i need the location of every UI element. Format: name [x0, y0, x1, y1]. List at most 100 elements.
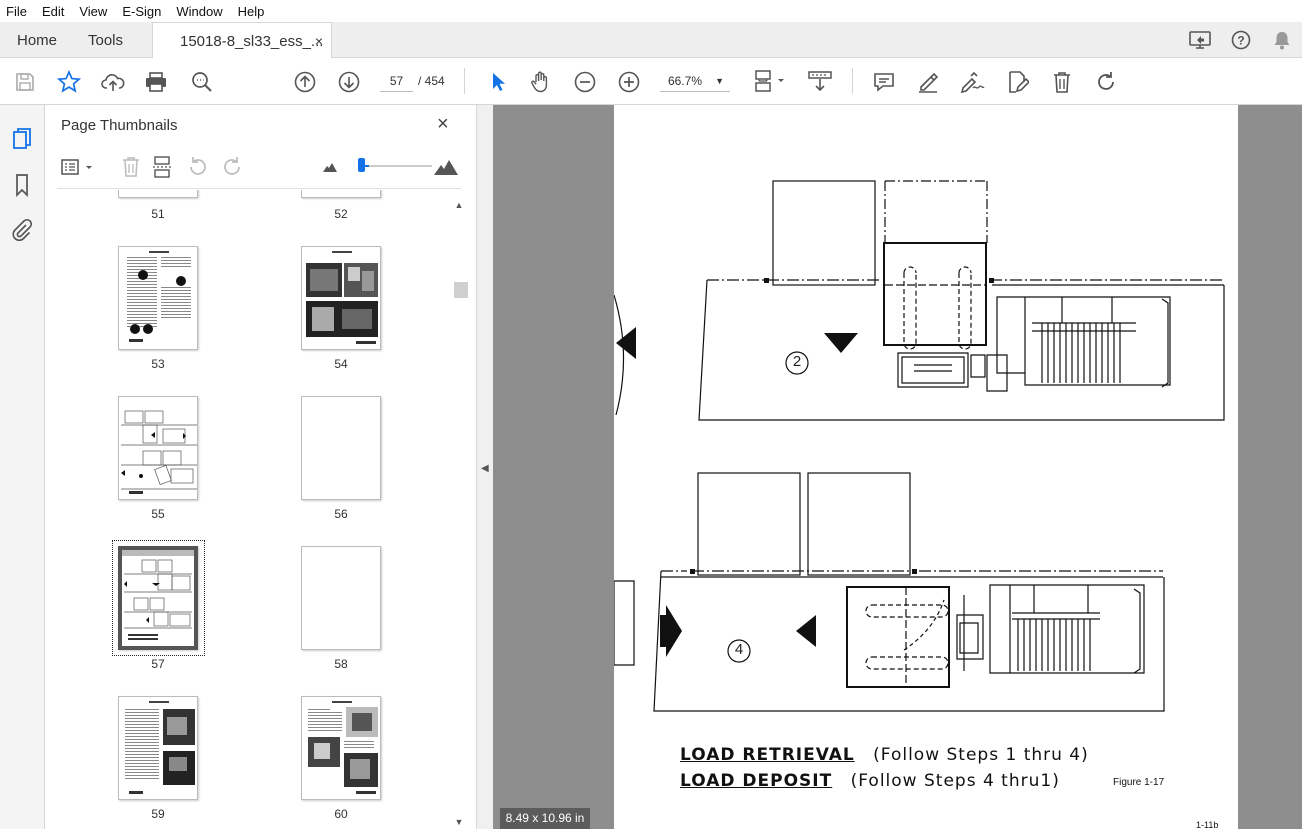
panel-close-icon[interactable]: ×: [437, 113, 449, 136]
left-navigation-rail: [0, 105, 45, 829]
thumbnail-label: 54: [334, 357, 348, 371]
tab-document-title: 15018-8_sl33_ess_...: [180, 32, 324, 50]
scrollbar-thumb[interactable]: [454, 282, 468, 298]
edit-document-icon[interactable]: [1003, 68, 1031, 96]
delete-trash-icon[interactable]: [1048, 68, 1076, 96]
panel-title: Page Thumbnails: [61, 117, 178, 134]
menu-window[interactable]: Window: [176, 4, 222, 19]
thumbnail-list: 51 52 53 54 55 56 57 58 59 60: [45, 190, 453, 829]
sign-icon[interactable]: [958, 68, 986, 96]
bookmark-star-icon[interactable]: [55, 68, 83, 96]
panel-splitter[interactable]: ◀: [477, 105, 493, 829]
thumbnail-page-51[interactable]: [118, 190, 198, 198]
hand-tool-icon[interactable]: [527, 68, 555, 96]
thumbnail-toolbar: [57, 145, 461, 189]
menu-view[interactable]: View: [79, 4, 107, 19]
thumbnail-label: 56: [334, 507, 348, 521]
menu-bar: File Edit View E-Sign Window Help: [0, 0, 1302, 22]
thumbnail-page-55[interactable]: [118, 396, 198, 500]
zoom-search-icon[interactable]: [188, 68, 216, 96]
page-thumbnails-icon[interactable]: [8, 125, 36, 153]
caption-heading: LOAD RETRIEVAL: [680, 745, 855, 765]
thumbnail-scrollbar[interactable]: ▲ ▼: [453, 200, 468, 829]
zoom-in-icon[interactable]: [615, 68, 643, 96]
caption-load-deposit: LOAD DEPOSIT (Follow Steps 4 thru1): [680, 771, 1060, 791]
scroll-down-arrow-icon[interactable]: ▼: [453, 817, 465, 829]
document-page-number: 1-11b: [1196, 820, 1219, 829]
thumbnail-options-icon[interactable]: [60, 155, 96, 179]
zoom-out-icon[interactable]: [571, 68, 599, 96]
small-thumbnails-mountain-icon[interactable]: [317, 155, 343, 179]
menu-help[interactable]: Help: [238, 4, 265, 19]
thumbnail-page-52[interactable]: [301, 190, 381, 198]
thumbnail-label: 57: [151, 657, 165, 671]
tab-close-icon[interactable]: ×: [315, 33, 323, 49]
caption-note: (Follow Steps 4 thru1): [850, 771, 1060, 791]
rotate-counterclockwise-icon[interactable]: [185, 155, 211, 179]
tab-bar-icons: ?: [1179, 22, 1302, 58]
thumbnail-page-57-selected[interactable]: [118, 546, 198, 650]
save-icon[interactable]: [11, 68, 39, 96]
tab-bar: Home Tools 15018-8_sl33_ess_... ×: [0, 22, 1302, 59]
toolbar-divider: [464, 68, 465, 94]
document-page: 2 4 LOAD RETRIEVAL (Follow Steps 1 thru …: [614, 105, 1238, 829]
thumbnail-size-slider[interactable]: [362, 165, 432, 167]
tab-tools[interactable]: Tools: [88, 22, 123, 58]
insert-page-icon[interactable]: [150, 155, 176, 179]
thumbnail-size-slider-handle[interactable]: [358, 158, 365, 172]
thumbnail-label: 59: [151, 807, 165, 821]
page-size-badge: 8.49 x 10.96 in: [500, 808, 590, 829]
page-total: / 454: [418, 74, 445, 88]
step-number: 2: [792, 353, 802, 370]
caption-heading: LOAD DEPOSIT: [680, 771, 833, 791]
thumbnail-page-53[interactable]: [118, 246, 198, 350]
thumbnail-page-60[interactable]: [301, 696, 381, 800]
share-screen-icon[interactable]: [1179, 30, 1220, 50]
help-icon[interactable]: ?: [1220, 30, 1261, 50]
figure-drawing: [614, 180, 1225, 712]
scroll-mode-icon[interactable]: [806, 68, 834, 96]
highlight-pen-icon[interactable]: [914, 68, 942, 96]
page-display-icon[interactable]: [752, 68, 788, 96]
thumbnail-label: 52: [334, 207, 348, 221]
notifications-bell-icon[interactable]: [1261, 30, 1302, 50]
step-number: 4: [734, 641, 744, 658]
menu-file[interactable]: File: [6, 4, 27, 19]
rotate-clockwise-icon[interactable]: [1092, 68, 1120, 96]
thumbnail-label: 55: [151, 507, 165, 521]
zoom-level-value: 66.7%: [668, 74, 703, 88]
menu-edit[interactable]: Edit: [42, 4, 64, 19]
zoom-level-select[interactable]: 66.7% ▼: [660, 70, 730, 92]
thumbnail-label: 60: [334, 807, 348, 821]
large-thumbnails-mountain-icon[interactable]: [431, 155, 461, 179]
figure-label: Figure 1-17: [1113, 777, 1165, 788]
thumbnail-page-54[interactable]: [301, 246, 381, 350]
print-icon[interactable]: [142, 68, 170, 96]
menu-esign[interactable]: E-Sign: [122, 4, 161, 19]
bookmarks-icon[interactable]: [8, 171, 36, 199]
delete-page-icon[interactable]: [118, 155, 144, 179]
cloud-upload-icon[interactable]: [99, 68, 127, 96]
scroll-up-arrow-icon[interactable]: ▲: [453, 200, 465, 212]
tab-home[interactable]: Home: [17, 22, 57, 58]
select-cursor-icon[interactable]: [484, 68, 512, 96]
page-thumbnails-panel: Page Thumbnails × 51 52 53 54 55 56 57 5…: [45, 105, 477, 829]
chevron-down-icon: ▼: [715, 76, 724, 86]
rotate-clockwise-icon[interactable]: [219, 155, 245, 179]
thumbnail-page-59[interactable]: [118, 696, 198, 800]
tab-document[interactable]: 15018-8_sl33_ess_... ×: [152, 22, 332, 59]
caption-note: (Follow Steps 1 thru 4): [873, 745, 1089, 765]
toolbar-divider: [852, 68, 853, 94]
thumbnail-page-56[interactable]: [301, 396, 381, 500]
previous-page-icon[interactable]: [291, 68, 319, 96]
collapse-panel-arrow-icon[interactable]: ◀: [481, 463, 489, 474]
document-viewer[interactable]: 2 4 LOAD RETRIEVAL (Follow Steps 1 thru …: [493, 105, 1302, 829]
page-number-input[interactable]: 57: [380, 70, 413, 92]
thumbnail-label: 53: [151, 357, 165, 371]
attachments-paperclip-icon[interactable]: [8, 216, 36, 244]
comment-icon[interactable]: [870, 68, 898, 96]
thumbnail-page-58[interactable]: [301, 546, 381, 650]
thumbnail-label: 58: [334, 657, 348, 671]
caption-load-retrieval: LOAD RETRIEVAL (Follow Steps 1 thru 4): [680, 745, 1089, 765]
next-page-icon[interactable]: [335, 68, 363, 96]
